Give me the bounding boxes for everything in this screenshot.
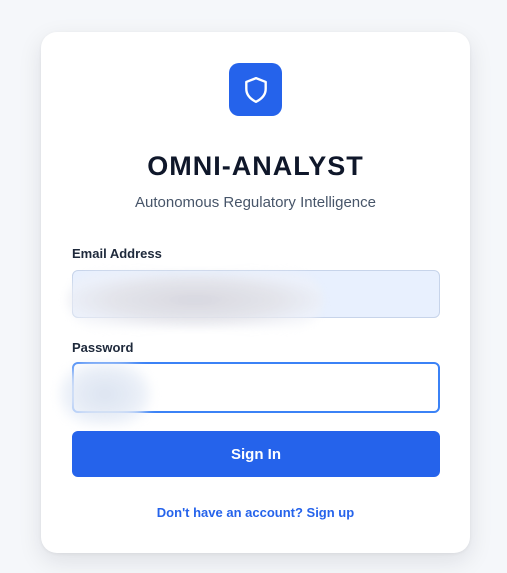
app-title: OMNI-ANALYST	[147, 151, 364, 181]
password-label: Password	[72, 340, 134, 355]
email-label: Email Address	[72, 246, 162, 261]
sign-in-button[interactable]: Sign In	[72, 431, 440, 477]
app-subtitle: Autonomous Regulatory Intelligence	[135, 194, 376, 211]
password-field[interactable]	[72, 362, 440, 413]
sign-up-link[interactable]: Don't have an account? Sign up	[41, 505, 470, 521]
logo	[229, 63, 282, 116]
shield-icon	[243, 76, 269, 104]
login-card: OMNI-ANALYST Autonomous Regulatory Intel…	[41, 32, 470, 553]
email-field[interactable]	[72, 270, 440, 318]
